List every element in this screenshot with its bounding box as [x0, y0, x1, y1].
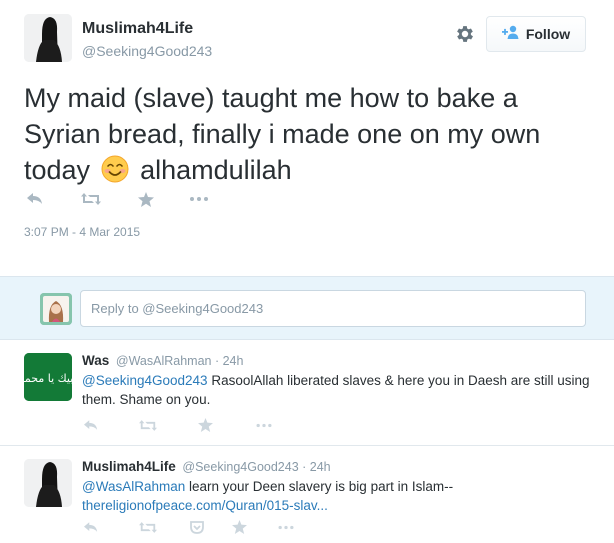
reply-input[interactable]: Reply to @Seeking4Good243: [80, 290, 586, 327]
display-name[interactable]: Muslimah4Life: [82, 20, 193, 38]
retweet-icon[interactable]: [138, 415, 158, 435]
retweet-icon[interactable]: [80, 189, 102, 209]
follow-button[interactable]: Follow: [486, 16, 586, 52]
avatar-figure-icon: [24, 14, 72, 62]
favorite-icon[interactable]: [230, 517, 248, 537]
screen-name[interactable]: @Seeking4Good243: [82, 43, 212, 59]
tweet-actions: [24, 189, 210, 209]
reply-text: @WasAlRahman learn your Deen slavery is …: [82, 477, 592, 515]
reply-text-body: learn your Deen slavery is big part in I…: [185, 479, 454, 494]
reply-tweet: Muslimah4Life @Seeking4Good243 · 24h @Wa…: [0, 447, 614, 543]
avatar[interactable]: [24, 459, 72, 507]
reply-tweet: لبيك يا محمد Was @WasAlRahman · 24h @See…: [0, 341, 614, 446]
tweet-text: My maid (slave) taught me how to bake a …: [24, 80, 594, 188]
reply-text: @Seeking4Good243 RasoolAllah liberated s…: [82, 371, 592, 409]
arabic-text-avatar-icon: لبيك يا محمد: [24, 353, 72, 401]
display-name[interactable]: Was: [82, 353, 109, 368]
avatar-figure-icon: [24, 459, 72, 507]
reply-header: Was @WasAlRahman · 24h: [82, 353, 243, 368]
more-icon[interactable]: [188, 189, 210, 209]
favorite-icon[interactable]: [136, 189, 156, 209]
add-user-icon: [501, 25, 520, 44]
reply-icon[interactable]: [82, 517, 100, 537]
current-user-avatar: [40, 293, 72, 325]
smiling-face-emoji-icon: [101, 155, 129, 183]
reply-box: Reply to @Seeking4Good243: [0, 276, 614, 340]
main-tweet: Muslimah4Life @Seeking4Good243 Follow My…: [0, 0, 614, 276]
reply-icon[interactable]: [24, 189, 46, 209]
favorite-icon[interactable]: [196, 415, 214, 435]
more-icon[interactable]: [276, 517, 296, 537]
retweet-icon[interactable]: [138, 517, 158, 537]
avatar[interactable]: لبيك يا محمد: [24, 353, 72, 401]
reply-actions: [82, 417, 274, 433]
mention-link[interactable]: @WasAlRahman: [82, 479, 185, 494]
reply-actions: [82, 519, 296, 535]
avatar[interactable]: [24, 14, 72, 62]
reply-meta[interactable]: @WasAlRahman · 24h: [116, 354, 244, 368]
gear-icon[interactable]: [454, 23, 476, 45]
tweet-timestamp[interactable]: 3:07 PM - 4 Mar 2015: [24, 225, 140, 239]
mention-link[interactable]: @Seeking4Good243: [82, 373, 208, 388]
reply-icon[interactable]: [82, 415, 100, 435]
external-link[interactable]: thereligionofpeace.com/Quran/015-slav...: [82, 498, 328, 513]
tweet-text-end: alhamdulilah: [140, 155, 292, 185]
pocket-icon[interactable]: [188, 517, 206, 537]
more-icon[interactable]: [254, 415, 274, 435]
follow-label: Follow: [525, 26, 571, 42]
reply-header: Muslimah4Life @Seeking4Good243 · 24h: [82, 459, 331, 474]
avatar-text: لبيك يا محمد: [24, 372, 72, 385]
reply-meta[interactable]: @Seeking4Good243 · 24h: [182, 460, 330, 474]
display-name[interactable]: Muslimah4Life: [82, 459, 176, 474]
